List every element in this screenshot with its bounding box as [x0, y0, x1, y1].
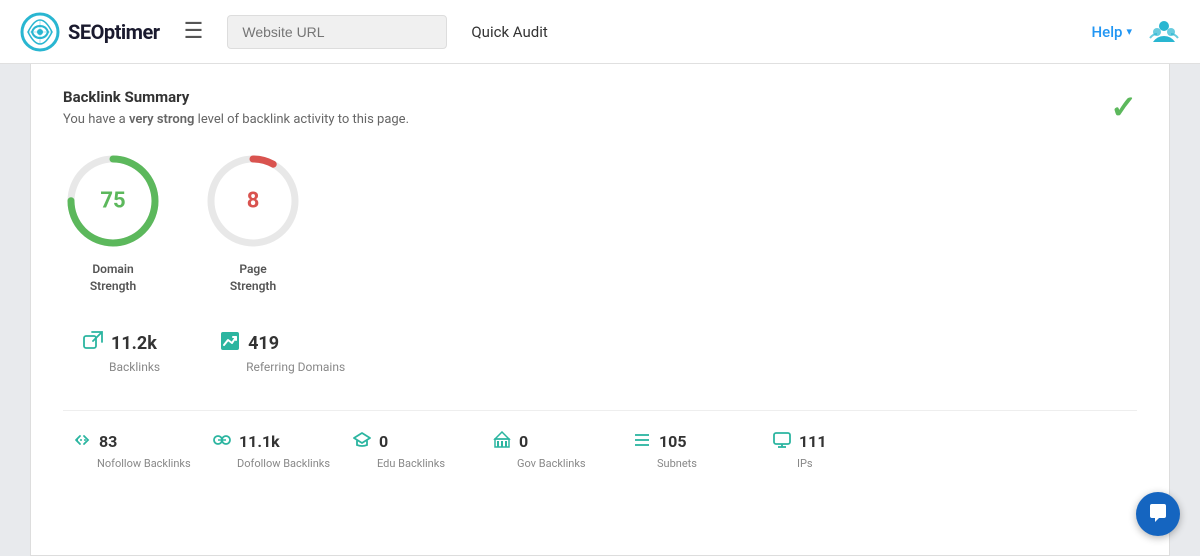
edu-backlinks-icon	[353, 431, 371, 449]
url-input[interactable]	[227, 15, 447, 49]
external-link-icon	[83, 331, 103, 351]
nofollow-stat: 83 Nofollow Backlinks	[73, 431, 213, 470]
backlinks-label: Backlinks	[83, 360, 160, 374]
dofollow-backlinks-icon	[213, 431, 231, 449]
ips-value: 111	[799, 432, 827, 451]
user-icon-button[interactable]	[1148, 14, 1180, 50]
ips-icon	[773, 431, 791, 453]
gov-label: Gov Backlinks	[493, 457, 586, 470]
page-strength-circle: 8	[203, 151, 303, 251]
referring-domains-stat: 419 Referring Domains	[220, 331, 345, 374]
chat-icon	[1147, 503, 1169, 525]
referring-domains-value: 419	[248, 333, 279, 354]
gov-icon	[493, 431, 511, 453]
hamburger-button[interactable]: ☰	[176, 15, 212, 48]
edu-value: 0	[379, 432, 388, 451]
bottom-stats-row: 83 Nofollow Backlinks 11.1k Dofollow Ba	[63, 410, 1137, 470]
stats-row: 11.2k Backlinks 419 Referring Do	[63, 331, 1137, 374]
logo-text: SEOptimer	[68, 20, 160, 44]
dofollow-icon	[213, 431, 231, 453]
section-title: Backlink Summary	[63, 88, 1137, 106]
domain-strength-label: Domain Strength	[90, 261, 136, 295]
gov-stat: 0 Gov Backlinks	[493, 431, 633, 470]
status-checkmark: ✓	[1110, 88, 1137, 126]
subtitle-emphasis: very strong	[129, 112, 194, 127]
domain-strength-item: 75 Domain Strength	[63, 151, 163, 295]
logo-area: SEOptimer	[20, 12, 160, 52]
content-area: ✓ Backlink Summary You have a very stron…	[30, 64, 1170, 556]
header-right: Help ▾	[1092, 14, 1180, 50]
subnets-stat: 105 Subnets	[633, 431, 773, 470]
ips-label: IPs	[773, 457, 813, 470]
edu-label: Edu Backlinks	[353, 457, 445, 470]
logo-icon	[20, 12, 60, 52]
dofollow-stat: 11.1k Dofollow Backlinks	[213, 431, 353, 470]
nofollow-icon	[73, 431, 91, 453]
nofollow-label: Nofollow Backlinks	[73, 457, 191, 470]
subnets-icon-svg	[633, 431, 651, 449]
referring-domains-icon	[220, 331, 240, 356]
main-container: ✓ Backlink Summary You have a very stron…	[0, 64, 1200, 556]
gov-value: 0	[519, 432, 528, 451]
ips-stat: 111 IPs	[773, 431, 913, 470]
quick-audit-button[interactable]: Quick Audit	[463, 19, 555, 45]
subnets-icon	[633, 431, 651, 453]
page-strength-value: 8	[247, 189, 260, 214]
nofollow-backlinks-icon	[73, 431, 91, 449]
circles-row: 75 Domain Strength 8 Page	[63, 151, 1137, 295]
section-subtitle: You have a very strong level of backlink…	[63, 112, 1137, 127]
domain-strength-value: 75	[100, 189, 125, 214]
header: SEOptimer ☰ Quick Audit Help ▾	[0, 0, 1200, 64]
dofollow-label: Dofollow Backlinks	[213, 457, 330, 470]
domain-strength-circle: 75	[63, 151, 163, 251]
help-chevron-icon: ▾	[1126, 25, 1132, 38]
subnets-value: 105	[659, 432, 687, 451]
referring-domains-label: Referring Domains	[220, 360, 345, 374]
user-avatar-icon	[1148, 14, 1180, 46]
chat-bubble-button[interactable]	[1136, 492, 1180, 536]
edu-stat: 0 Edu Backlinks	[353, 431, 493, 470]
help-button[interactable]: Help ▾	[1092, 23, 1132, 41]
ips-monitor-icon	[773, 431, 791, 449]
edu-icon	[353, 431, 371, 453]
backlinks-value: 11.2k	[111, 333, 157, 354]
right-strip	[1170, 64, 1200, 556]
help-label: Help	[1092, 23, 1123, 41]
trending-up-icon	[220, 331, 240, 351]
backlinks-stat: 11.2k Backlinks	[83, 331, 160, 374]
subtitle-prefix: You have a	[63, 112, 129, 127]
backlinks-stat-top: 11.2k	[83, 331, 157, 356]
gov-backlinks-icon	[493, 431, 511, 449]
subnets-label: Subnets	[633, 457, 697, 470]
left-strip	[0, 64, 30, 556]
page-strength-item: 8 Page Strength	[203, 151, 303, 295]
page-strength-label: Page Strength	[230, 261, 276, 295]
nofollow-value: 83	[99, 432, 117, 451]
subtitle-suffix: level of backlink activity to this page.	[194, 112, 409, 127]
dofollow-value: 11.1k	[239, 432, 280, 451]
referring-domains-stat-top: 419	[220, 331, 279, 356]
backlinks-icon	[83, 331, 103, 356]
